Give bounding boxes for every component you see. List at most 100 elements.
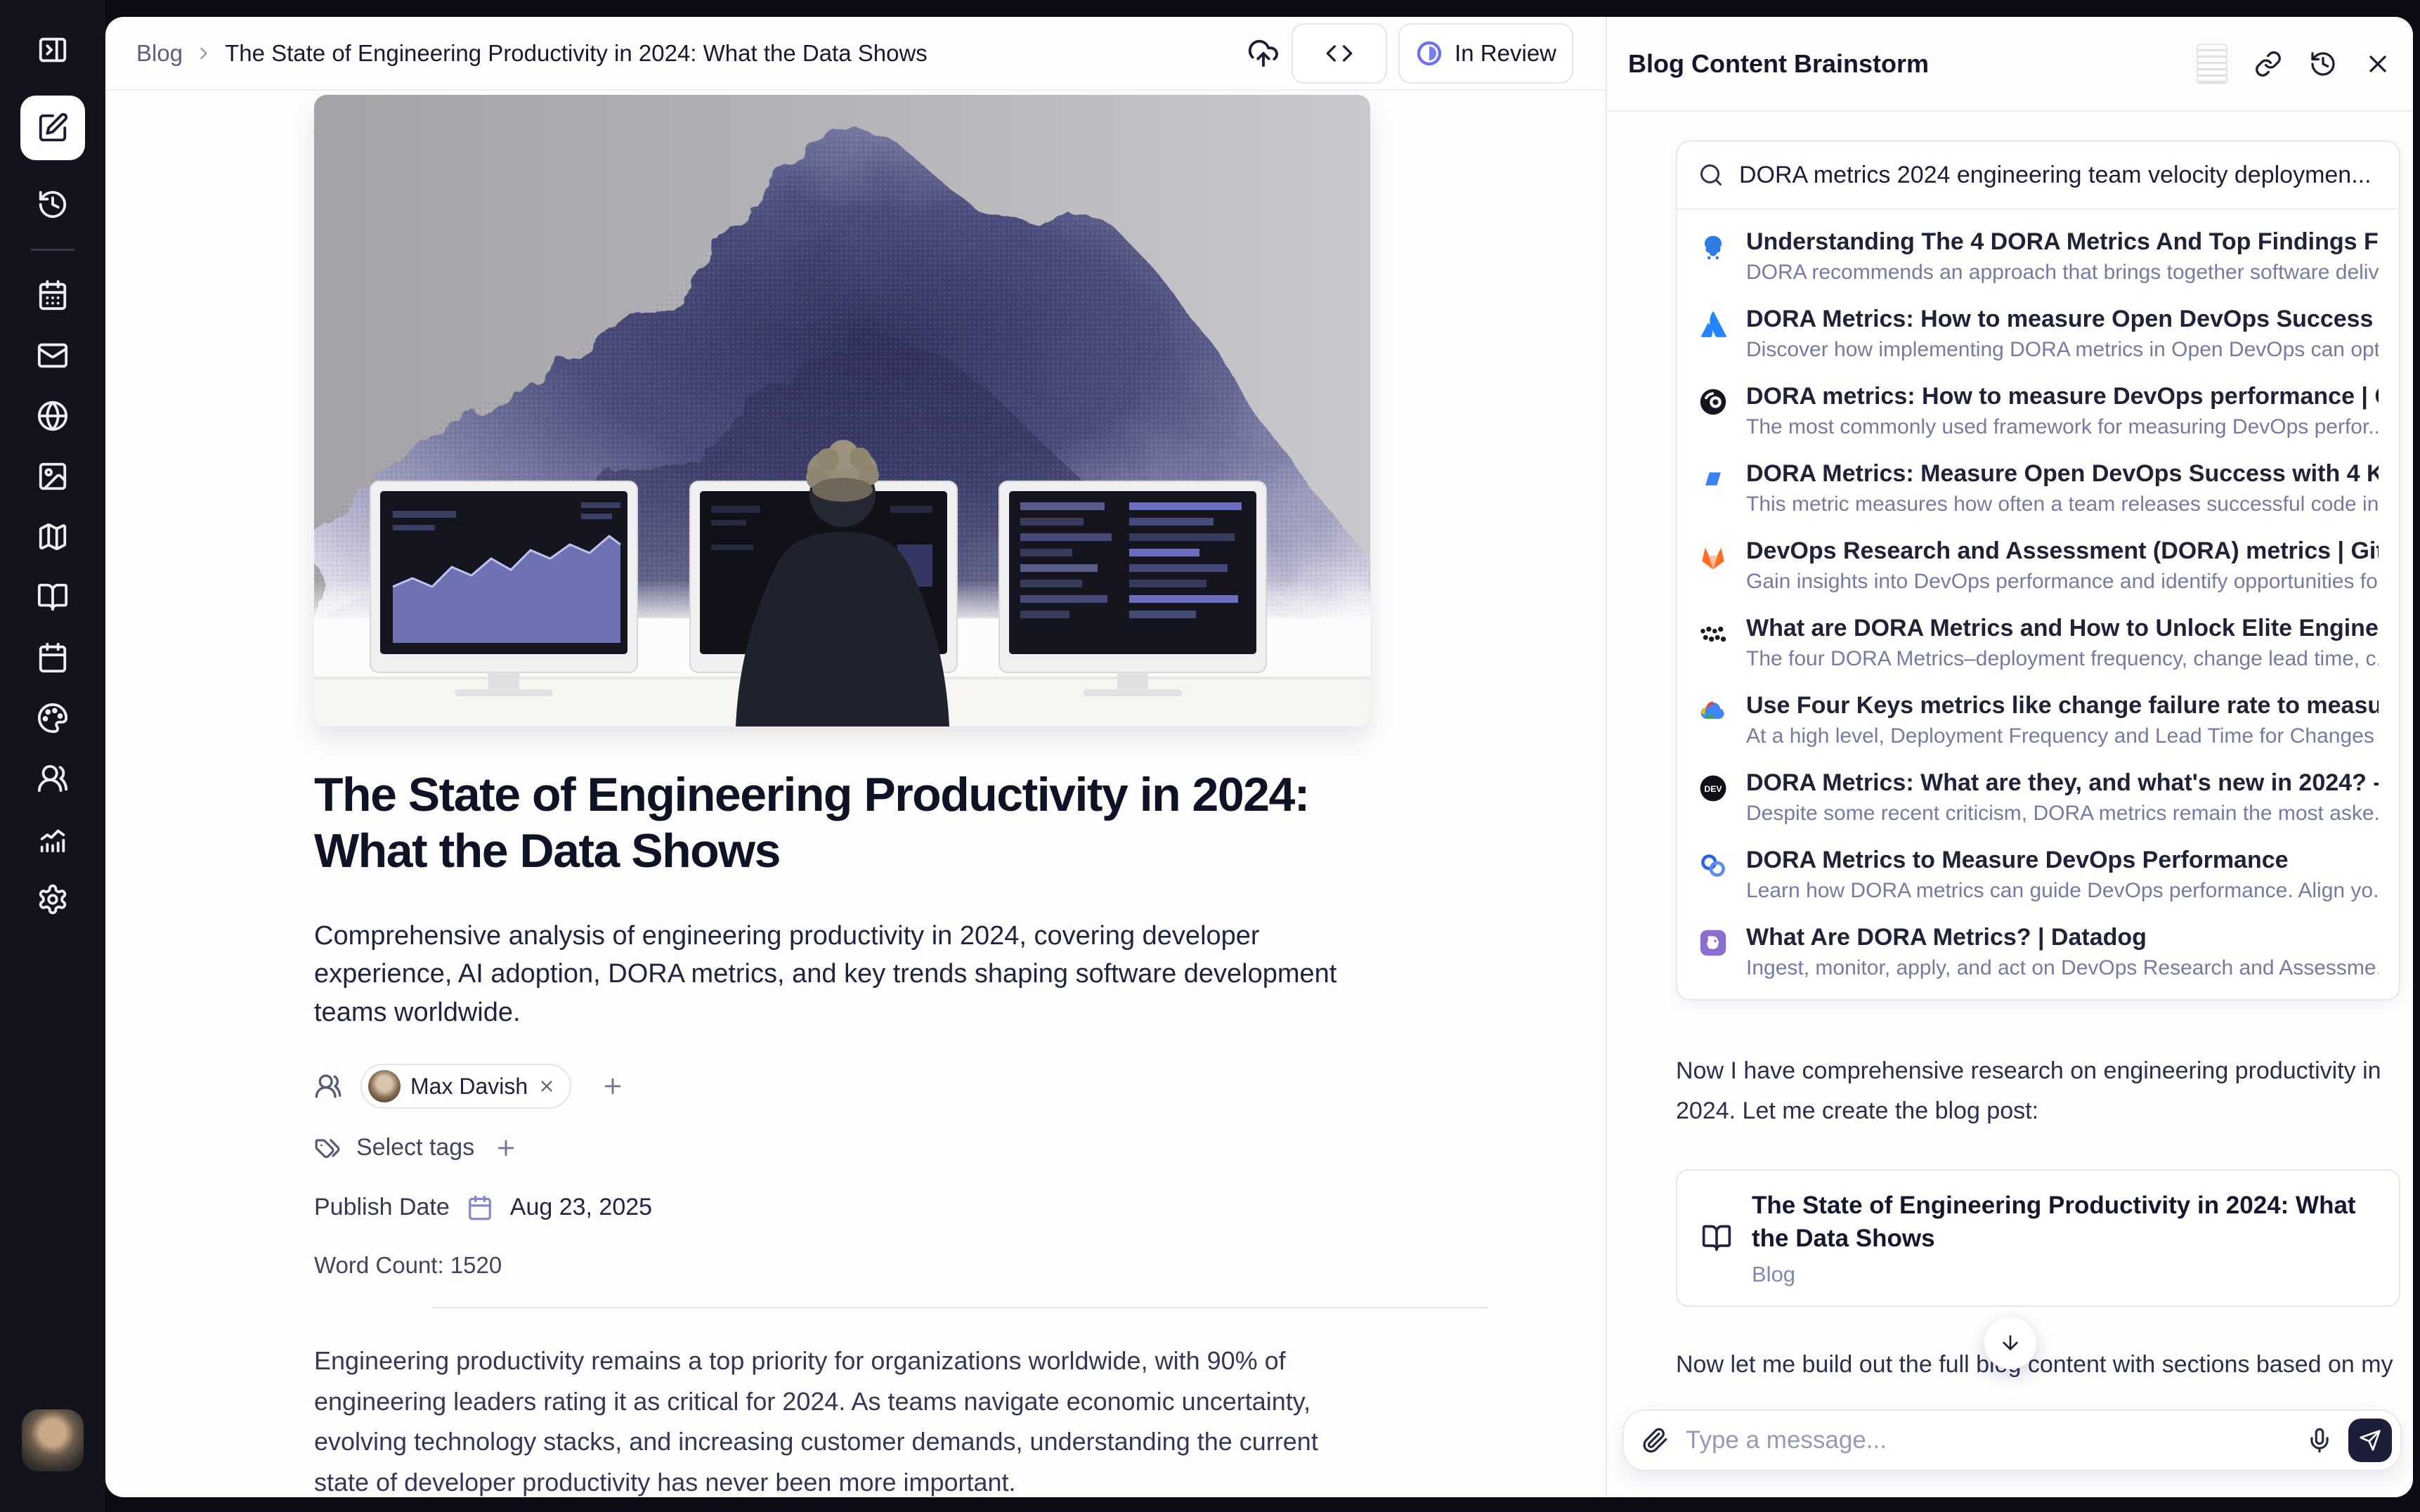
code-icon: [1325, 39, 1353, 67]
remove-author-icon[interactable]: [538, 1077, 556, 1095]
search-row[interactable]: DORA metrics 2024 engineering team veloc…: [1677, 142, 2399, 209]
publish-date-row: Publish Date Aug 23, 2025: [314, 1194, 1370, 1221]
mail-icon[interactable]: [37, 339, 69, 372]
assistant-title: Blog Content Brainstorm: [1628, 49, 2170, 79]
cloud-upload-icon[interactable]: [1247, 37, 1280, 70]
book-open-icon: [1701, 1223, 1732, 1253]
result-title: Use Four Keys metrics like change failur…: [1746, 692, 2379, 719]
result-favicon: [1697, 540, 1729, 573]
send-button[interactable]: [2348, 1419, 2392, 1462]
attachment-icon[interactable]: [1642, 1427, 1669, 1454]
select-tags-label[interactable]: Select tags: [356, 1134, 474, 1161]
search-query: DORA metrics 2024 engineering team veloc…: [1739, 162, 2378, 189]
add-tag-button[interactable]: [494, 1136, 518, 1160]
result-snippet: Gain insights into DevOps performance an…: [1746, 570, 2379, 594]
calendar-icon[interactable]: [37, 641, 69, 674]
result-snippet: This metric measures how often a team re…: [1746, 493, 2379, 516]
document-body: The State of Engineering Productivity in…: [105, 91, 1606, 1497]
users-icon[interactable]: [37, 762, 69, 795]
chat-scroll-area[interactable]: DORA metrics 2024 engineering team veloc…: [1607, 112, 2413, 1399]
search-result-item[interactable]: Use Four Keys metrics like change failur…: [1677, 682, 2399, 759]
search-results-list: Understanding The 4 DORA Metrics And Top…: [1677, 209, 2399, 999]
search-result-item[interactable]: DORA Metrics: What are they, and what's …: [1677, 759, 2399, 836]
publish-date-label: Publish Date: [314, 1194, 450, 1221]
author-chip[interactable]: Max Davish: [360, 1064, 571, 1109]
message-input[interactable]: [1684, 1426, 2291, 1455]
editor-pane: Blog The State of Engineering Productivi…: [105, 17, 1607, 1497]
content-divider: [432, 1307, 1488, 1308]
sidebar-item-compose-active[interactable]: [20, 96, 85, 160]
search-result-item[interactable]: What Are DORA Metrics? | Datadog Ingest,…: [1677, 913, 2399, 991]
search-result-item[interactable]: What are DORA Metrics and How to Unlock …: [1677, 604, 2399, 682]
settings-icon[interactable]: [37, 883, 69, 915]
result-snippet: The most commonly used framework for mea…: [1746, 415, 2379, 439]
search-result-item[interactable]: DevOps Research and Assessment (DORA) me…: [1677, 527, 2399, 604]
result-favicon: [1697, 308, 1729, 341]
publish-date-value[interactable]: Aug 23, 2025: [510, 1194, 652, 1221]
result-snippet: DORA recommends an approach that brings …: [1746, 261, 2379, 285]
authors-icon: [314, 1072, 342, 1100]
history-icon[interactable]: [37, 188, 69, 221]
chevron-right-icon: [194, 44, 214, 63]
breadcrumb-blog[interactable]: Blog: [136, 40, 183, 67]
result-favicon: [1697, 463, 1729, 495]
artifact-type: Blog: [1752, 1262, 2375, 1287]
result-title: What are DORA Metrics and How to Unlock …: [1746, 615, 2379, 642]
hero-image: [314, 95, 1370, 726]
user-avatar[interactable]: [22, 1409, 84, 1471]
assistant-panel: Blog Content Brainstorm DORA metrics 202…: [1607, 17, 2413, 1497]
body-paragraph-1[interactable]: Engineering productivity remains a top p…: [314, 1341, 1370, 1497]
scroll-to-bottom-button[interactable]: [1984, 1316, 2037, 1369]
close-icon[interactable]: [2364, 50, 2392, 78]
result-snippet: Learn how DORA metrics can guide DevOps …: [1746, 879, 2379, 903]
result-favicon: [1697, 231, 1729, 263]
status-badge: In Review: [1455, 40, 1556, 67]
microphone-icon[interactable]: [2306, 1427, 2333, 1454]
panel-toggle-icon[interactable]: [37, 34, 69, 66]
result-title: What Are DORA Metrics? | Datadog: [1746, 924, 2379, 951]
app-sidebar: [0, 0, 105, 1512]
arrow-down-icon: [1999, 1331, 2022, 1354]
result-title: DORA metrics: How to measure DevOps perf…: [1746, 383, 2379, 410]
link-icon[interactable]: [2254, 50, 2282, 78]
app-window: Blog The State of Engineering Productivi…: [105, 17, 2413, 1497]
history-icon[interactable]: [2309, 50, 2337, 78]
status-half-circle-icon: [1415, 39, 1443, 67]
result-favicon: [1697, 772, 1729, 804]
analytics-icon[interactable]: [37, 823, 69, 855]
result-favicon: [1697, 927, 1729, 959]
calendar-days-icon[interactable]: [37, 279, 69, 311]
assistant-header: Blog Content Brainstorm: [1607, 17, 2413, 112]
add-author-button[interactable]: [601, 1074, 625, 1098]
result-favicon: [1697, 695, 1729, 727]
search-result-item[interactable]: DORA Metrics: How to measure Open DevOps…: [1677, 295, 2399, 372]
word-count: Word Count: 1520: [314, 1252, 1606, 1279]
status-button[interactable]: In Review: [1398, 23, 1573, 84]
result-title: Understanding The 4 DORA Metrics And Top…: [1746, 228, 2379, 256]
author-row: Max Davish: [314, 1064, 1370, 1109]
artifact-card[interactable]: The State of Engineering Productivity in…: [1676, 1169, 2400, 1307]
document-title[interactable]: The State of Engineering Productivity in…: [314, 767, 1370, 879]
result-snippet: Despite some recent criticism, DORA metr…: [1746, 802, 2379, 826]
book-open-icon[interactable]: [37, 581, 69, 613]
result-title: DORA Metrics: How to measure Open DevOps…: [1746, 306, 2379, 333]
globe-icon[interactable]: [37, 400, 69, 432]
breadcrumb-document-title: The State of Engineering Productivity in…: [225, 40, 928, 67]
tags-row: Select tags: [314, 1134, 1370, 1161]
image-icon[interactable]: [37, 460, 69, 493]
map-icon[interactable]: [37, 521, 69, 553]
palette-icon[interactable]: [37, 702, 69, 734]
search-result-item[interactable]: DORA Metrics: Measure Open DevOps Succes…: [1677, 450, 2399, 527]
search-result-item[interactable]: Understanding The 4 DORA Metrics And Top…: [1677, 218, 2399, 295]
search-result-item[interactable]: DORA metrics: How to measure DevOps perf…: [1677, 372, 2399, 450]
search-result-item[interactable]: DORA Metrics to Measure DevOps Performan…: [1677, 836, 2399, 913]
result-favicon: [1697, 849, 1729, 882]
message-composer: [1622, 1409, 2402, 1471]
result-snippet: At a high level, Deployment Frequency an…: [1746, 724, 2379, 748]
document-thumbnail-icon[interactable]: [2197, 44, 2227, 84]
assistant-message-2: Now let me build out the full blog conte…: [1676, 1345, 2400, 1385]
document-description[interactable]: Comprehensive analysis of engineering pr…: [314, 917, 1370, 1031]
code-view-button[interactable]: [1292, 23, 1387, 84]
result-title: DORA Metrics to Measure DevOps Performan…: [1746, 847, 2379, 874]
result-snippet: The four DORA Metrics–deployment frequen…: [1746, 647, 2379, 671]
